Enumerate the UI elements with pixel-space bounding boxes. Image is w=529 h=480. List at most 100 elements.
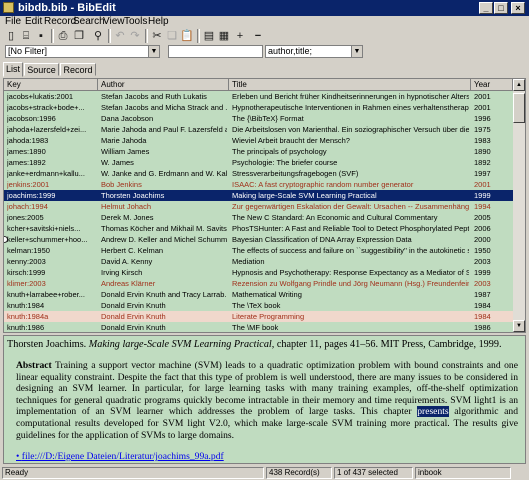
table-row[interactable]: jacobs+lukatis:2001 Stefan Jacobs and Rut… [4, 91, 513, 102]
selected-word[interactable]: presents [417, 406, 449, 418]
cell-key: knuth:1986 [7, 323, 45, 332]
menu-file[interactable]: File [5, 16, 21, 27]
table-row[interactable]: knuth:1984a Donald Ervin Knuth Literate Pr… [4, 311, 513, 322]
chevron-down-icon[interactable]: ▼ [148, 46, 159, 57]
menu-tools[interactable]: Tools [124, 16, 147, 27]
file-link[interactable]: • file:///D:/Eigene Dateien/Literatur/jo… [16, 451, 224, 463]
table-row[interactable]: joachims:1999 Thorsten Joachims Making lar… [4, 190, 513, 201]
menu-view[interactable]: View [103, 16, 125, 27]
paste-icon[interactable]: 📋 [180, 29, 194, 43]
menu-edit[interactable]: Edit [25, 16, 42, 27]
cell-key: jacobson:1996 [7, 114, 56, 123]
app-icon[interactable] [3, 2, 14, 13]
menu-record[interactable]: Record [44, 16, 76, 27]
column-header-title[interactable]: Title [229, 79, 471, 91]
maximize-button[interactable]: □ [494, 2, 508, 14]
print-icon[interactable]: ⎙ [56, 29, 70, 43]
cell-author: Andrew D. Keller and Michel Schumm... [101, 235, 227, 244]
cell-year: 1986 [474, 323, 491, 332]
new-file-icon[interactable]: ▯ [4, 29, 18, 43]
cell-author: Irving Kirsch [101, 268, 143, 277]
cell-title: Erleben und Bericht früher Kindheitserin… [232, 92, 469, 101]
copy-icon[interactable]: ❐ [72, 29, 86, 43]
table-row[interactable]: kelman:1950 Herbert C. Kelman The effects … [4, 245, 513, 256]
table-row[interactable]: knuth:1986 Donald Ervin Knuth The \MF book… [4, 322, 513, 332]
scroll-up-button[interactable]: ▲ [513, 79, 525, 91]
table-row[interactable]: johach:1994 Helmut Johach Zur gegenwärtige… [4, 201, 513, 212]
table-row[interactable]: jahoda:1983 Marie Jahoda Wieviel Arbeit br… [4, 135, 513, 146]
open-folder-icon[interactable]: ⌸ [19, 29, 33, 43]
column-header-author[interactable]: Author [98, 79, 229, 91]
cell-author: Derek M. Jones [101, 213, 154, 222]
table-row[interactable]: knuth:1984 Donald Ervin Knuth The \TeX boo… [4, 300, 513, 311]
cell-title: Mathematical Writing [232, 290, 302, 299]
status-bar: Ready 438 Record(s) 1 of 437 selected in… [0, 466, 529, 480]
cell-title: Bayesian Classification of DNA Array Exp… [232, 235, 412, 244]
cell-key: jahoda+lazersfeld+zei... [7, 125, 87, 134]
search-field-select[interactable]: author,title; ▼ [265, 45, 363, 58]
cell-title: ISAAC: A fast cryptographic random numbe… [232, 180, 414, 189]
table-row[interactable]: jones:2005 Derek M. Jones The New C Standa… [4, 212, 513, 223]
records-table: Key Author Title Year jacobs+lukatis:200… [3, 78, 526, 333]
find-icon[interactable]: ⚲ [91, 29, 105, 43]
search-input[interactable] [168, 45, 263, 58]
cell-key: johach:1994 [7, 202, 48, 211]
cell-key: joachims:1999 [7, 191, 56, 200]
table-row[interactable]: james:1890 William James The principals of… [4, 146, 513, 157]
cell-key: kirsch:1999 [7, 268, 46, 277]
copy2-icon[interactable]: ❏ [165, 29, 179, 43]
note-icon[interactable]: ▦ [217, 29, 231, 43]
chevron-down-icon[interactable]: ▼ [351, 46, 362, 57]
cell-year: 1999 [474, 268, 491, 277]
cell-key: jacobs+strack+bode+... [7, 103, 85, 112]
tab-list[interactable]: List [3, 62, 23, 77]
table-row[interactable]: jahoda+lazersfeld+zei... Marie Jahoda and… [4, 124, 513, 135]
table-row[interactable]: klimer:2003 Andreas Klärner Rezension zu W… [4, 278, 513, 289]
tab-source[interactable]: Source [24, 63, 59, 76]
title-bar[interactable]: bibdb.bib - BibEdit _ □ × [0, 0, 529, 16]
cell-year: 2003 [474, 257, 491, 266]
close-button[interactable]: × [511, 2, 525, 14]
file-link-text[interactable]: file:///D:/Eigene Dateien/Literatur/joac… [22, 451, 224, 462]
cut-icon[interactable]: ✂ [150, 29, 164, 43]
table-row[interactable]: kcher+savitski+niels... Thomas Köcher and… [4, 223, 513, 234]
table-row[interactable]: kenny:2003 David A. Kenny Mediation 2003 [4, 256, 513, 267]
table-row[interactable]: janke+erdmann+kallu... W. Janke and G. Er… [4, 168, 513, 179]
column-header-key[interactable]: Key [4, 79, 98, 91]
remove-icon[interactable]: − [251, 29, 265, 43]
toolbar-separator [145, 29, 148, 43]
table-row[interactable]: knuth+larrabee+rober... Donald Ervin Knut… [4, 289, 513, 300]
undo-icon[interactable]: ↶ [113, 29, 127, 43]
table-scrollbar[interactable]: ▲ ▼ [513, 79, 525, 332]
cell-year: 2000 [474, 235, 491, 244]
table-row[interactable]: jacobs+strack+bode+... Stefan Jacobs and … [4, 102, 513, 113]
table-row[interactable]: james:1892 W. James Psychologie: The brief… [4, 157, 513, 168]
scroll-thumb[interactable] [513, 93, 525, 123]
tab-record[interactable]: Record [60, 63, 96, 76]
cell-key: knuth:1984 [7, 301, 45, 310]
cell-year: 1987 [474, 290, 491, 299]
add-icon[interactable]: + [233, 29, 247, 43]
cell-key: james:1892 [7, 158, 46, 167]
record-icon[interactable]: ▤ [202, 29, 216, 43]
record-preview: Thorsten Joachims. Making large-Scale SV… [3, 335, 526, 464]
cell-author: Stefan Jacobs and Micha Strack and ... [101, 103, 227, 112]
cell-key: kenny:2003 [7, 257, 46, 266]
table-row[interactable]: kirsch:1999 Irving Kirsch Hypnosis and Psy… [4, 267, 513, 278]
cell-key: klimer:2003 [7, 279, 46, 288]
redo-icon[interactable]: ↷ [128, 29, 142, 43]
column-header-year[interactable]: Year [471, 79, 513, 91]
status-selection: 1 of 437 selected [334, 467, 413, 479]
citation-title: Making large-Scale SVM Learning Practica… [88, 339, 275, 350]
save-icon[interactable]: ▪ [34, 29, 48, 43]
table-row[interactable]: jacobson:1996 Dana Jacobson The {\BibTeX} … [4, 113, 513, 124]
minimize-button[interactable]: _ [479, 2, 493, 14]
scroll-down-button[interactable]: ▼ [513, 320, 525, 332]
cell-author: Dana Jacobson [101, 114, 154, 123]
menu-search[interactable]: Search [73, 16, 105, 27]
app-window: bibdb.bib - BibEdit _ □ × File Edit Reco… [0, 0, 529, 480]
menu-help[interactable]: Help [148, 16, 169, 27]
table-row[interactable]: jenkins:2001 Bob Jenkins ISAAC: A fast cry… [4, 179, 513, 190]
filter-select[interactable]: [No Filter] ▼ [5, 45, 160, 58]
table-row[interactable]: keller+schummer+hoo... Andrew D. Keller a… [4, 234, 513, 245]
